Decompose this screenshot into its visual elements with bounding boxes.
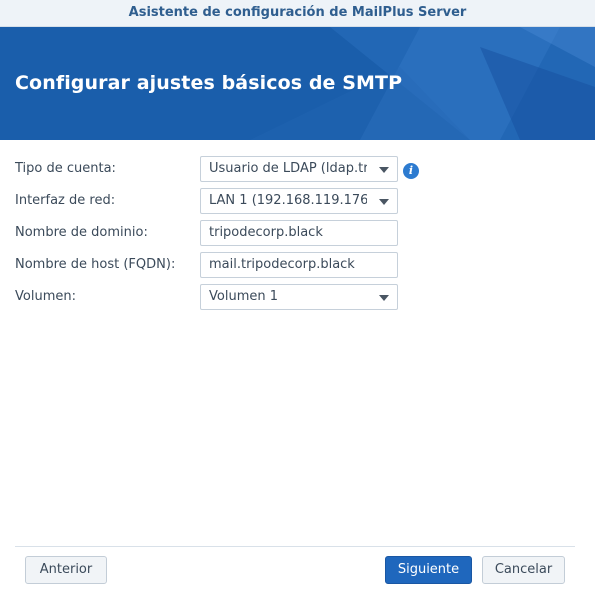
network-interface-value: LAN 1 (192.168.119.176) (209, 193, 367, 208)
account-type-value: Usuario de LDAP (ldap.trip (209, 161, 367, 176)
host-name-label: Nombre de host (FQDN): (15, 257, 176, 272)
volume-label: Volumen: (15, 289, 76, 304)
volume-select[interactable]: Volumen 1 (200, 284, 398, 310)
back-button[interactable]: Anterior (25, 556, 107, 584)
chevron-down-icon (379, 295, 389, 301)
domain-name-input[interactable]: tripodecorp.black (200, 220, 398, 246)
next-button[interactable]: Siguiente (385, 556, 472, 584)
host-name-input[interactable]: mail.tripodecorp.black (200, 252, 398, 278)
account-type-label: Tipo de cuenta: (15, 161, 116, 176)
cancel-button[interactable]: Cancelar (482, 556, 565, 584)
chevron-down-icon (379, 199, 389, 205)
domain-name-value: tripodecorp.black (209, 225, 323, 240)
volume-value: Volumen 1 (209, 289, 278, 304)
window-titlebar: Asistente de configuración de MailPlus S… (0, 0, 595, 27)
account-type-select[interactable]: Usuario de LDAP (ldap.trip (200, 156, 398, 182)
network-interface-label: Interfaz de red: (15, 193, 116, 208)
host-name-value: mail.tripodecorp.black (209, 257, 355, 272)
network-interface-select[interactable]: LAN 1 (192.168.119.176) (200, 188, 398, 214)
info-icon[interactable]: i (403, 163, 419, 179)
page-title: Configurar ajustes básicos de SMTP (15, 72, 403, 94)
header-banner: Configurar ajustes básicos de SMTP (0, 27, 595, 140)
footer-divider (15, 546, 575, 547)
window-title: Asistente de configuración de MailPlus S… (128, 5, 467, 20)
domain-name-label: Nombre de dominio: (15, 225, 148, 240)
chevron-down-icon (379, 167, 389, 173)
